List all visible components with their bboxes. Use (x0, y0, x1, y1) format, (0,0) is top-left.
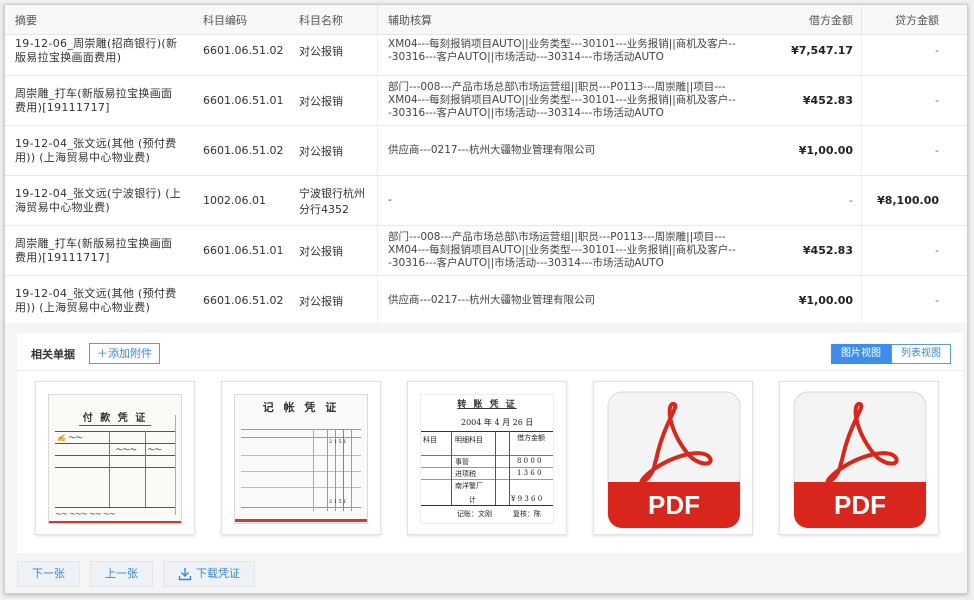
attachments-title: 相关单据 (31, 348, 75, 361)
attachment-thumb-2[interactable]: 记 帐 凭 证 2 1 5 1 2 1 5 1 (221, 381, 381, 535)
table-row[interactable]: 19-12-04_张文远(宁波银行) (上海贸易中心物业费) 1002.06.0… (5, 176, 967, 226)
row-aux: 供应商---0217---杭州大疆物业管理有限公司 (377, 276, 759, 323)
thumb2-title: 记 帐 凭 证 (262, 401, 340, 414)
table-body[interactable]: 19-12-06_周崇雕(招商银行)(新版易拉宝换画面费用) 6601.06.5… (5, 35, 967, 323)
view-toggle: 图片视图 列表视图 (831, 344, 951, 364)
pdf-label: PDF (834, 490, 886, 520)
row-debit: ¥452.83 (802, 94, 853, 107)
row-code: 6601.06.51.01 (203, 94, 284, 107)
row-aux: 部门---008---产品市场总部\市场运营组||职员---P0113---周崇… (377, 226, 759, 275)
pdf-label: PDF (648, 490, 700, 520)
attachments-header: 相关单据 ＋添加附件 图片视图 列表视图 (17, 333, 963, 371)
row-summary: 19-12-04_张文远(其他 (预付费用)) (上海贸易中心物业费) (15, 286, 177, 314)
accounting-voucher-image: 记 帐 凭 证 2 1 5 1 2 1 5 1 (234, 394, 368, 524)
row-name: 宁波银行杭州分行4352 (299, 186, 365, 216)
footer-toolbar: 下一张 上一张 下载凭证 (17, 561, 265, 591)
pdf-icon: PDF (607, 391, 741, 529)
table-row[interactable]: 周崇雕_打车(新版易拉宝换画面费用)[19111717] 6601.06.51.… (5, 226, 967, 276)
row-credit: - (861, 126, 965, 175)
row-code: 6601.06.51.01 (203, 244, 284, 257)
table-row[interactable]: 19-12-04_张文远(其他 (预付费用)) (上海贸易中心物业费) 6601… (5, 126, 967, 176)
row-credit: - (861, 276, 965, 323)
voucher-detail-panel: 摘要 科目编码 科目名称 辅助核算 借方金额 贷方金额 19-12-06_周崇雕… (4, 4, 968, 594)
row-summary: 周崇雕_打车(新版易拉宝换画面费用)[19111717] (15, 86, 173, 114)
list-view-button[interactable]: 列表视图 (891, 344, 951, 364)
row-credit: ¥8,100.00 (861, 176, 965, 225)
attachments-section: 相关单据 ＋添加附件 图片视图 列表视图 付 款 凭 证 ✍ ～～ ～～～ ～～… (17, 333, 963, 553)
row-credit: - (861, 35, 965, 75)
download-button[interactable]: 下载凭证 (163, 561, 255, 587)
row-name: 对公报销 (299, 94, 343, 108)
row-debit: - (849, 194, 853, 207)
table-header: 摘要 科目编码 科目名称 辅助核算 借方金额 贷方金额 (5, 5, 967, 35)
row-code: 6601.06.51.02 (203, 144, 284, 157)
add-attachment-button[interactable]: ＋添加附件 (89, 343, 160, 364)
pdf-icon: PDF (793, 391, 927, 529)
col-debit: 借方金额 (809, 13, 853, 27)
col-aux: 辅助核算 (377, 5, 759, 34)
row-name: 对公报销 (299, 144, 343, 158)
col-credit: 贷方金额 (861, 5, 965, 34)
col-code: 科目编码 (203, 13, 247, 27)
download-label: 下载凭证 (196, 567, 240, 580)
row-summary: 19-12-04_张文远(其他 (预付费用)) (上海贸易中心物业费) (15, 136, 177, 164)
prev-button[interactable]: 上一张 (90, 561, 153, 587)
col-name: 科目名称 (299, 13, 343, 27)
row-summary: 19-12-06_周崇雕(招商银行)(新版易拉宝换画面费用) (15, 36, 178, 64)
attachment-thumb-4[interactable]: PDF (593, 381, 753, 535)
transfer-voucher-image: 转 账 凭 证 2004 年 4 月 26 日 科目 明细科目 借方金额 事管 … (420, 394, 554, 524)
row-debit: ¥452.83 (802, 244, 853, 257)
attachment-thumb-5[interactable]: PDF (779, 381, 939, 535)
row-aux: 部门---008---产品市场总部\市场运营组||职员---P0113---周崇… (377, 76, 759, 125)
table-row[interactable]: 周崇雕_打车(新版易拉宝换画面费用)[19111717] 6601.06.51.… (5, 76, 967, 126)
row-aux: XM04---每刻报销项目AUTO||业务类型---30101---业务报销||… (377, 35, 759, 75)
row-code: 1002.06.01 (203, 194, 266, 207)
next-button[interactable]: 下一张 (17, 561, 80, 587)
row-code: 6601.06.51.02 (203, 294, 284, 307)
table-row[interactable]: 19-12-04_张文远(其他 (预付费用)) (上海贸易中心物业费) 6601… (5, 276, 967, 323)
image-view-button[interactable]: 图片视图 (831, 344, 891, 364)
row-summary: 周崇雕_打车(新版易拉宝换画面费用)[19111717] (15, 236, 173, 264)
attachment-thumb-3[interactable]: 转 账 凭 证 2004 年 4 月 26 日 科目 明细科目 借方金额 事管 … (407, 381, 567, 535)
col-summary: 摘要 (15, 13, 37, 27)
row-debit: ¥7,547.17 (791, 44, 853, 57)
row-name: 对公报销 (299, 44, 343, 58)
row-aux: - (377, 176, 759, 225)
attachment-thumb-1[interactable]: 付 款 凭 证 ✍ ～～ ～～～ ～～ ～～ ～～～ ～～ ～～ (35, 381, 195, 535)
thumb3-title: 转 账 凭 证 (457, 400, 517, 410)
row-summary: 19-12-04_张文远(宁波银行) (上海贸易中心物业费) (15, 186, 182, 214)
payment-voucher-image: 付 款 凭 证 ✍ ～～ ～～～ ～～ ～～ ～～～ ～～ ～～ (48, 394, 182, 524)
row-debit: ¥1,00.00 (798, 294, 853, 307)
row-name: 对公报销 (299, 294, 343, 308)
row-name: 对公报销 (299, 244, 343, 258)
row-aux: 供应商---0217---杭州大疆物业管理有限公司 (377, 126, 759, 175)
row-credit: - (861, 226, 965, 275)
row-code: 6601.06.51.02 (203, 44, 284, 57)
entries-table: 摘要 科目编码 科目名称 辅助核算 借方金额 贷方金额 19-12-06_周崇雕… (5, 5, 967, 323)
table-row[interactable]: 19-12-06_周崇雕(招商银行)(新版易拉宝换画面费用) 6601.06.5… (5, 35, 967, 76)
row-credit: - (861, 76, 965, 125)
download-icon (178, 568, 192, 581)
thumb1-title: 付 款 凭 证 (82, 413, 148, 424)
row-debit: ¥1,00.00 (798, 144, 853, 157)
